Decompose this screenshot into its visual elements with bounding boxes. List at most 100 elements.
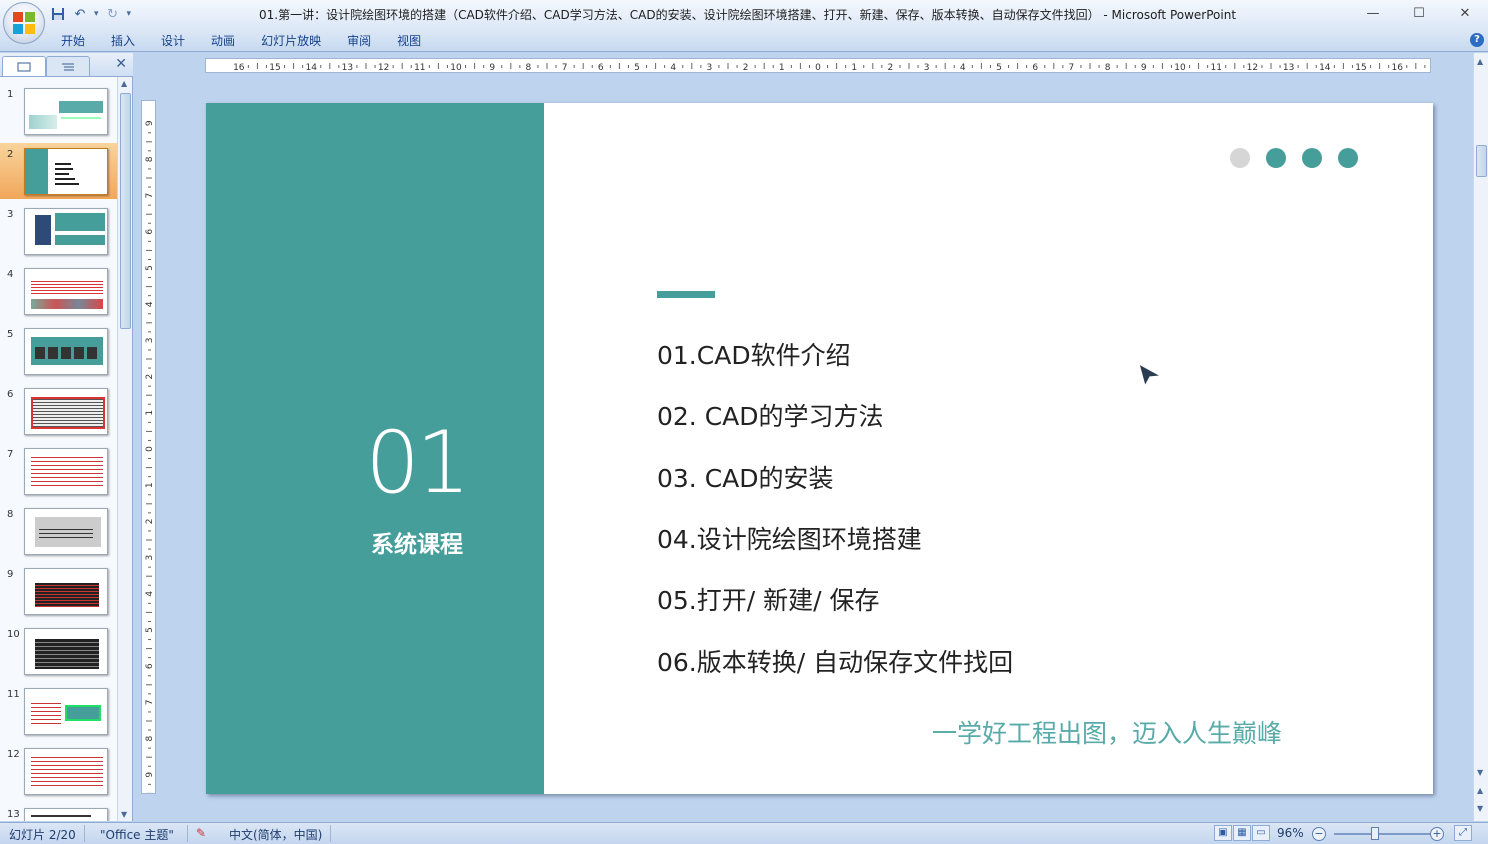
svg-text:13: 13	[342, 63, 353, 73]
svg-text:1: 1	[145, 482, 155, 488]
scroll-thumb[interactable]	[1476, 145, 1487, 177]
dot-icon	[1266, 148, 1286, 168]
svg-text:11: 11	[414, 63, 425, 73]
slide-thumbnail-6[interactable]: 6	[0, 383, 117, 439]
slide-number: 11	[7, 689, 20, 700]
close-button[interactable]: ✕	[1442, 0, 1488, 26]
slide-thumbnail-1[interactable]: 1	[0, 83, 117, 139]
slide-number: 7	[7, 449, 14, 460]
office-button[interactable]	[3, 2, 45, 44]
tab-animations[interactable]: 动画	[198, 32, 248, 50]
ribbon-tabs: 开始 插入 设计 动画 幻灯片放映 审阅 视图	[48, 32, 434, 50]
svg-text:9: 9	[145, 772, 155, 778]
decorative-dots	[1230, 148, 1358, 168]
svg-text:15: 15	[1355, 63, 1366, 73]
svg-text:15: 15	[269, 63, 280, 73]
fit-to-window-icon[interactable]: ⤢	[1454, 825, 1472, 841]
spell-check-icon[interactable]: ✎	[196, 826, 206, 840]
language-indicator[interactable]: 中文(简体，中国)	[229, 826, 322, 843]
slide-thumbnail-12[interactable]: 12	[0, 743, 117, 799]
slide-thumbnail-list: 1 2 3 4 5 6 7 8 9 10 11 12 13	[0, 77, 117, 821]
slide-canvas[interactable]: 01 系统课程 01.CAD软件介绍 02. CAD的学习方法 03. CAD的…	[206, 103, 1433, 794]
svg-text:3: 3	[145, 555, 155, 561]
dot-icon	[1230, 148, 1250, 168]
office-logo-icon	[13, 12, 35, 34]
previous-slide-icon[interactable]: ▲	[1477, 786, 1483, 795]
slide-thumbnail-8[interactable]: 8	[0, 503, 117, 559]
slide-number: 13	[7, 809, 20, 820]
scroll-down-icon[interactable]: ▼	[1477, 768, 1483, 777]
minimize-button[interactable]: —	[1350, 0, 1396, 26]
slide-thumbnail-9[interactable]: 9	[0, 563, 117, 619]
svg-text:10: 10	[450, 63, 462, 73]
divider	[84, 825, 85, 842]
slide-preview	[24, 148, 108, 195]
slide-number: 5	[7, 329, 14, 340]
slide-thumbnail-13[interactable]: 13	[0, 803, 117, 821]
slide-thumbnail-7[interactable]: 7	[0, 443, 117, 499]
svg-text:1: 1	[779, 63, 785, 73]
svg-text:16: 16	[1391, 63, 1403, 73]
scroll-down-icon[interactable]: ▼	[121, 810, 127, 819]
svg-text:4: 4	[145, 301, 155, 307]
slide-preview	[24, 748, 108, 795]
outline-tab[interactable]	[46, 56, 90, 76]
redo-icon[interactable]: ↻	[105, 6, 121, 22]
divider	[187, 825, 188, 842]
svg-text:9: 9	[145, 120, 155, 126]
slide-sorter-view-icon[interactable]: ▦	[1233, 825, 1251, 841]
svg-text:7: 7	[562, 63, 568, 73]
slide-number: 10	[7, 629, 20, 640]
tab-insert[interactable]: 插入	[98, 32, 148, 50]
slide-thumbnail-10[interactable]: 10	[0, 623, 117, 679]
zoom-out-icon[interactable]: −	[1312, 827, 1326, 841]
tab-view[interactable]: 视图	[384, 32, 434, 50]
help-icon[interactable]: ?	[1470, 33, 1484, 47]
scroll-thumb[interactable]	[120, 93, 131, 329]
scroll-up-icon[interactable]: ▲	[121, 79, 127, 88]
zoom-in-icon[interactable]: +	[1430, 827, 1444, 841]
tab-review[interactable]: 审阅	[334, 32, 384, 50]
svg-text:10: 10	[1174, 63, 1186, 73]
svg-text:6: 6	[598, 63, 604, 73]
svg-text:11: 11	[1210, 63, 1221, 73]
accent-bar	[657, 291, 715, 298]
undo-icon[interactable]: ↶	[72, 6, 88, 22]
svg-text:12: 12	[1247, 63, 1258, 73]
slide-number: 1	[7, 89, 14, 100]
svg-text:9: 9	[1141, 63, 1147, 73]
vertical-ruler: 9 8 7 6 5 4 3 2 1 0 1 2 3 4 5 6 7 8 9	[141, 100, 156, 794]
slide-thumbnail-4[interactable]: 4	[0, 263, 117, 319]
next-slide-icon[interactable]: ▼	[1477, 804, 1483, 813]
svg-text:1: 1	[851, 63, 857, 73]
customize-qat-icon[interactable]: ▾	[127, 9, 132, 19]
slide-thumbnail-3[interactable]: 3	[0, 203, 117, 259]
maximize-button[interactable]: ☐	[1396, 0, 1442, 26]
status-bar: 幻灯片 2/20 "Office 主题" ✎ 中文(简体，中国) ▣ ▦ ▭ 9…	[0, 822, 1488, 844]
tab-slide-show[interactable]: 幻灯片放映	[248, 32, 334, 50]
tab-design[interactable]: 设计	[148, 32, 198, 50]
zoom-level[interactable]: 96%	[1277, 826, 1304, 840]
slide-thumbnail-11[interactable]: 11	[0, 683, 117, 739]
slide-thumbnail-5[interactable]: 5	[0, 323, 117, 379]
svg-text:5: 5	[145, 627, 155, 633]
slide-number: 6	[7, 389, 14, 400]
undo-dropdown-icon[interactable]: ▾	[94, 9, 99, 19]
thumbnail-scrollbar[interactable]: ▲ ▼	[117, 77, 132, 821]
svg-text:3: 3	[145, 338, 155, 344]
zoom-slider-handle[interactable]	[1371, 827, 1379, 840]
save-icon[interactable]	[50, 6, 66, 22]
close-panel-icon[interactable]: ✕	[115, 56, 127, 72]
tab-home[interactable]: 开始	[48, 32, 98, 50]
svg-text:2: 2	[145, 374, 155, 380]
slide-scrollbar[interactable]: ▲ ▼ ▲ ▼	[1473, 53, 1488, 821]
slide-show-view-icon[interactable]: ▭	[1252, 825, 1270, 841]
slide-preview	[24, 88, 108, 135]
slide-thumbnail-2[interactable]: 2	[0, 143, 117, 199]
slide-number: 8	[7, 509, 14, 520]
normal-view-icon[interactable]: ▣	[1214, 825, 1232, 841]
ribbon-tab-bar: 开始 插入 设计 动画 幻灯片放映 审阅 视图 ?	[0, 28, 1488, 52]
scroll-up-icon[interactable]: ▲	[1477, 57, 1483, 66]
zoom-slider[interactable]	[1334, 833, 1430, 835]
slides-tab[interactable]	[2, 56, 46, 76]
